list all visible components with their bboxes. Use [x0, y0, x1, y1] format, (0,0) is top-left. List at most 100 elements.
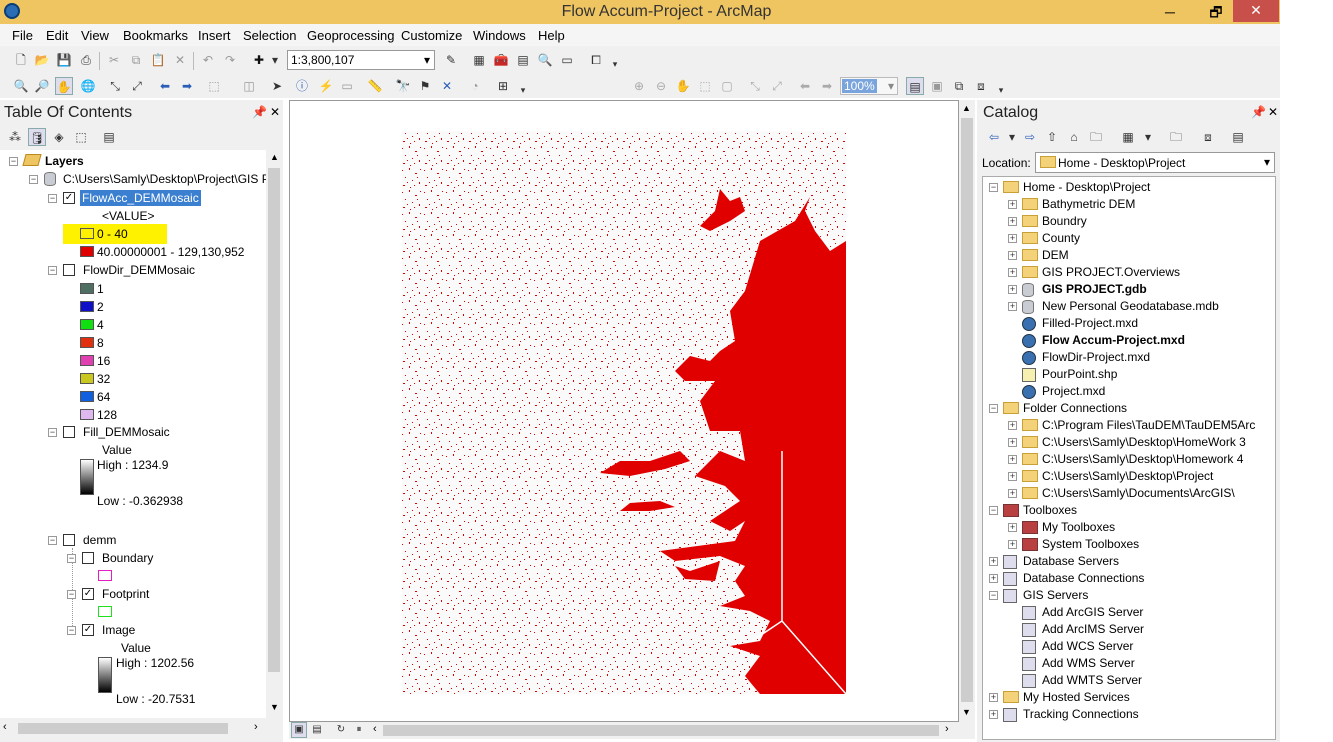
- menu-insert[interactable]: Insert: [198, 28, 231, 43]
- catalog-home[interactable]: Home - Desktop\Project: [1023, 180, 1150, 194]
- list-by-visibility-icon[interactable]: ◈: [50, 128, 68, 146]
- menu-edit[interactable]: Edit: [46, 28, 68, 43]
- layer-visibility-checkbox[interactable]: [63, 426, 75, 438]
- catalog-item[interactable]: GIS PROJECT.gdb: [1042, 282, 1147, 296]
- catalog-item[interactable]: FlowDir-Project.mxd: [1042, 350, 1150, 364]
- layer-flowdir[interactable]: FlowDir_DEMMosaic: [83, 263, 195, 277]
- layer-visibility-checkbox[interactable]: ✓: [82, 588, 94, 600]
- scroll-up-icon[interactable]: ▲: [962, 103, 971, 113]
- legend-swatch[interactable]: [80, 355, 94, 366]
- identify-icon[interactable]: ⓘ: [293, 77, 311, 95]
- menu-windows[interactable]: Windows: [473, 28, 526, 43]
- map-view[interactable]: [289, 100, 959, 722]
- paste-icon[interactable]: 📋: [149, 51, 167, 69]
- catalog-gis-servers[interactable]: GIS Servers: [1023, 588, 1088, 602]
- toolbox-item[interactable]: My Toolboxes: [1042, 520, 1115, 534]
- collapse-icon[interactable]: −: [48, 536, 57, 545]
- scroll-thumb[interactable]: [383, 725, 939, 736]
- menu-bookmarks[interactable]: Bookmarks: [123, 28, 188, 43]
- catalog-hosted-services[interactable]: My Hosted Services: [1023, 690, 1130, 704]
- views-icon[interactable]: ▦: [1119, 128, 1137, 146]
- catalog-window-icon[interactable]: ▤: [514, 51, 532, 69]
- cut-icon[interactable]: ✂: [105, 51, 123, 69]
- collapse-icon[interactable]: −: [67, 554, 76, 563]
- legend-swatch[interactable]: [80, 301, 94, 312]
- redo-icon[interactable]: ↷: [221, 51, 239, 69]
- layer-footprint[interactable]: Footprint: [102, 587, 149, 601]
- layer-visibility-checkbox[interactable]: [63, 264, 75, 276]
- back-icon[interactable]: ⇦: [985, 128, 1003, 146]
- create-viewer-icon[interactable]: ⊞: [494, 77, 512, 95]
- collapse-icon[interactable]: −: [989, 591, 998, 600]
- server-item[interactable]: Add ArcIMS Server: [1042, 622, 1144, 636]
- expand-icon[interactable]: +: [1008, 234, 1017, 243]
- layer-visibility-checkbox[interactable]: ✓: [82, 624, 94, 636]
- menu-geoprocessing[interactable]: Geoprocessing: [307, 28, 394, 43]
- collapse-icon[interactable]: −: [989, 404, 998, 413]
- go-to-xy-icon[interactable]: ✕: [438, 77, 456, 95]
- fixed-zoom-out-icon[interactable]: ⤢: [128, 77, 146, 95]
- expand-icon[interactable]: +: [989, 557, 998, 566]
- expand-icon[interactable]: +: [1008, 217, 1017, 226]
- clear-selection-icon[interactable]: ◫: [240, 77, 258, 95]
- map-scale-select[interactable]: 1:3,800,107 ▾: [287, 50, 435, 70]
- scroll-thumb[interactable]: [268, 168, 280, 672]
- toc-vertical-scrollbar[interactable]: ▲ ▼: [266, 150, 283, 718]
- catalog-item[interactable]: New Personal Geodatabase.mdb: [1042, 299, 1219, 313]
- server-item[interactable]: Add WMS Server: [1042, 656, 1135, 670]
- expand-icon[interactable]: +: [989, 574, 998, 583]
- list-by-source-icon[interactable]: 🛢: [28, 128, 46, 146]
- scroll-down-icon[interactable]: ▼: [270, 702, 279, 712]
- scroll-right-icon[interactable]: ›: [945, 723, 949, 735]
- collapse-icon[interactable]: −: [29, 175, 38, 184]
- new-document-icon[interactable]: 🗋: [12, 51, 30, 69]
- server-item[interactable]: Add WCS Server: [1042, 639, 1133, 653]
- catalog-item[interactable]: Boundry: [1042, 214, 1087, 228]
- data-driven-pages-icon[interactable]: ⧈: [972, 77, 990, 95]
- expand-icon[interactable]: +: [1008, 268, 1017, 277]
- legend-swatch[interactable]: [80, 228, 94, 239]
- time-slider-icon[interactable]: ◔: [466, 77, 484, 95]
- table-window-icon[interactable]: ▦: [470, 51, 488, 69]
- new-folder-icon[interactable]: 🗀: [1167, 128, 1185, 146]
- select-elements-icon[interactable]: ➤: [268, 77, 286, 95]
- list-by-selection-icon[interactable]: ⬚: [72, 128, 90, 146]
- copy-icon[interactable]: ⧉: [127, 51, 145, 69]
- collapse-icon[interactable]: −: [48, 266, 57, 275]
- catalog-database-servers[interactable]: Database Servers: [1023, 554, 1119, 568]
- pan-icon[interactable]: ✋: [55, 77, 73, 95]
- expand-icon[interactable]: +: [1008, 523, 1017, 532]
- folder-connection-item[interactable]: C:\Users\Samly\Desktop\Homework 4: [1042, 452, 1243, 466]
- folder-connection-item[interactable]: C:\Users\Samly\Desktop\HomeWork 3: [1042, 435, 1246, 449]
- fixed-zoom-in-icon[interactable]: ⤡: [106, 77, 124, 95]
- catalog-item[interactable]: DEM: [1042, 248, 1069, 262]
- save-icon[interactable]: 💾: [55, 51, 73, 69]
- legend-swatch[interactable]: [98, 570, 112, 581]
- pin-icon[interactable]: 📌: [252, 105, 267, 119]
- legend-swatch[interactable]: [80, 409, 94, 420]
- catalog-item[interactable]: Project.mxd: [1042, 384, 1105, 398]
- legend-swatch[interactable]: [80, 391, 94, 402]
- menu-view[interactable]: View: [81, 28, 109, 43]
- expand-icon[interactable]: +: [1008, 540, 1017, 549]
- delete-icon[interactable]: ✕: [171, 51, 189, 69]
- toolbar-options-3-icon[interactable]: ▾: [992, 81, 1010, 99]
- gradient-ramp[interactable]: [80, 459, 94, 495]
- map-vertical-scrollbar[interactable]: ▲ ▼: [959, 100, 975, 722]
- close-button[interactable]: ✕: [1233, 0, 1279, 22]
- up-one-level-icon[interactable]: ⇧: [1043, 128, 1061, 146]
- catalog-item[interactable]: Bathymetric DEM: [1042, 197, 1135, 211]
- expand-icon[interactable]: +: [1008, 421, 1017, 430]
- pin-icon[interactable]: 📌: [1251, 105, 1266, 119]
- gradient-ramp[interactable]: [98, 657, 112, 693]
- data-view-icon[interactable]: ▣: [291, 722, 307, 738]
- toggle-draft-mode-icon[interactable]: ▤: [906, 77, 924, 95]
- folder-connection-item[interactable]: C:\Users\Samly\Documents\ArcGIS\: [1042, 486, 1235, 500]
- open-icon[interactable]: 📂: [33, 51, 51, 69]
- model-builder-icon[interactable]: ⧠: [587, 51, 605, 69]
- layout-zoom-in-icon[interactable]: ⊕: [630, 77, 648, 95]
- layout-pan-icon[interactable]: ✋: [674, 77, 692, 95]
- folder-connection-item[interactable]: C:\Users\Samly\Desktop\Project: [1042, 469, 1213, 483]
- search-window-icon[interactable]: 🔍: [536, 51, 554, 69]
- arctoolbox-icon[interactable]: 🧰: [492, 51, 510, 69]
